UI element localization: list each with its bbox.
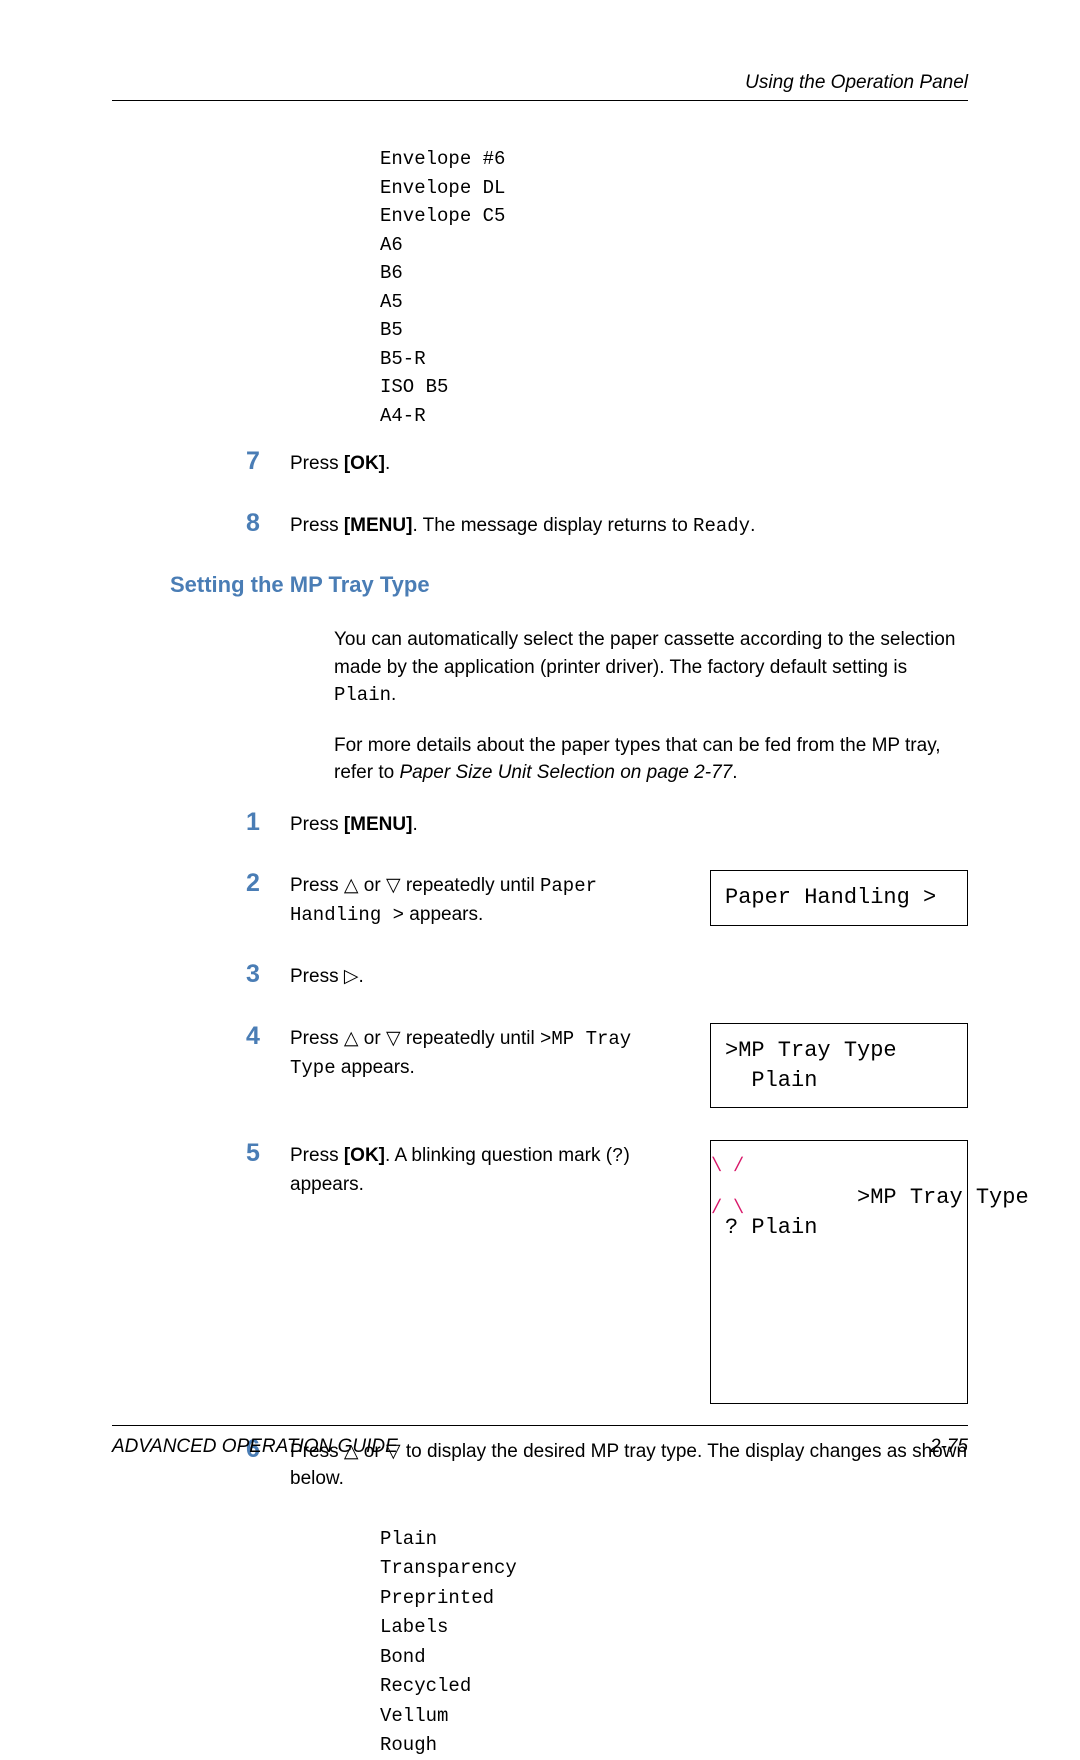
step-text: Press △ or ▽ repeatedly until >MP Tray T… — [290, 1023, 680, 1082]
tray-type-list: Plain Transparency Preprinted Labels Bon… — [380, 1525, 968, 1760]
step-7: 7 Press [OK]. — [112, 448, 968, 478]
key-menu: [MENU] — [344, 814, 413, 835]
list-item: Envelope C5 — [380, 202, 968, 231]
text: . — [750, 515, 755, 536]
header-title: Using the Operation Panel — [112, 72, 968, 94]
display-box-blinking: >MP Tray Type ? Plain ╲ ╱ ╱ ╲ — [710, 1140, 968, 1404]
step-number: 8 — [246, 510, 290, 538]
step-number: 7 — [246, 448, 290, 476]
list-item: Transparency — [380, 1554, 968, 1583]
list-item: B5 — [380, 316, 968, 345]
text: Press — [290, 515, 344, 536]
intro-paragraph-1: You can automatically select the paper c… — [334, 626, 968, 710]
triangle-up-icon: △ — [344, 1028, 359, 1049]
step-3: 3 Press ▷. — [112, 961, 968, 991]
step-number: 1 — [246, 809, 290, 837]
list-item: A6 — [380, 231, 968, 260]
intro-paragraph-2: For more details about the paper types t… — [334, 732, 968, 787]
section-heading: Setting the MP Tray Type — [170, 572, 968, 598]
text: appears. — [336, 1057, 415, 1078]
text: . The message display returns to — [412, 515, 693, 536]
text: Press — [290, 875, 344, 896]
list-item: Envelope DL — [380, 174, 968, 203]
text: . — [391, 684, 396, 705]
step-4: 4 Press △ or ▽ repeatedly until >MP Tray… — [112, 1023, 968, 1108]
step-text: Press [MENU]. The message display return… — [290, 510, 968, 541]
list-item: Preprinted — [380, 1584, 968, 1613]
list-item: A4-R — [380, 402, 968, 431]
footer-page-number: 2-75 — [930, 1436, 968, 1458]
display-box: Paper Handling > — [710, 870, 968, 926]
paper-size-list: Envelope #6 Envelope DL Envelope C5 A6 B… — [380, 145, 968, 430]
step-text: Press [OK]. A blinking question mark (?)… — [290, 1140, 680, 1198]
display-box: >MP Tray Type Plain — [710, 1023, 968, 1108]
list-item: Recycled — [380, 1672, 968, 1701]
list-item: Bond — [380, 1643, 968, 1672]
page: Using the Operation Panel Envelope #6 En… — [0, 0, 1080, 1528]
mono-text: Plain — [334, 684, 391, 706]
step-5: 5 Press [OK]. A blinking question mark (… — [112, 1140, 968, 1404]
list-item: Rough — [380, 1731, 968, 1760]
step-2: 2 Press △ or ▽ repeatedly until Paper Ha… — [112, 870, 968, 929]
mono-text: ? — [612, 1145, 623, 1167]
blink-indicator-icon: ╲ — [713, 1157, 720, 1173]
text: Press — [290, 453, 344, 474]
text: Press — [290, 966, 344, 987]
reference-link: Paper Size Unit Selection on page 2-77 — [399, 762, 732, 783]
display-text: >MP Tray Type ? Plain — [725, 1185, 1029, 1240]
text: . — [732, 762, 737, 783]
triangle-up-icon: △ — [344, 875, 359, 896]
list-item: B6 — [380, 259, 968, 288]
blink-indicator-icon: ╱ — [735, 1157, 742, 1173]
step-number: 2 — [246, 870, 290, 898]
text: appears. — [404, 904, 483, 925]
text: Press — [290, 814, 344, 835]
key-ok: [OK] — [344, 1145, 385, 1166]
text: repeatedly until — [401, 875, 540, 896]
triangle-down-icon: ▽ — [386, 875, 401, 896]
mono-text: Ready — [693, 515, 750, 537]
text: Press — [290, 1145, 344, 1166]
text: repeatedly until — [401, 1028, 540, 1049]
text: Press — [290, 1028, 344, 1049]
text: . — [412, 814, 417, 835]
step-number: 3 — [246, 961, 290, 989]
step-text: Press △ or ▽ repeatedly until Paper Hand… — [290, 870, 680, 929]
list-item: Labels — [380, 1613, 968, 1642]
triangle-down-icon: ▽ — [386, 1028, 401, 1049]
list-item: Plain — [380, 1525, 968, 1554]
triangle-right-icon: ▷ — [344, 966, 359, 987]
text: . — [385, 453, 390, 474]
step-text: Press ▷. — [290, 961, 968, 991]
text: or — [358, 1028, 385, 1049]
step-text: Press [OK]. — [290, 448, 968, 478]
list-item: A5 — [380, 288, 968, 317]
text: . — [358, 966, 363, 987]
footer-left: ADVANCED OPERATION GUIDE — [112, 1436, 398, 1458]
key-ok: [OK] — [344, 453, 385, 474]
step-number: 4 — [246, 1023, 290, 1051]
step-1: 1 Press [MENU]. — [112, 809, 968, 839]
list-item: ISO B5 — [380, 373, 968, 402]
header: Using the Operation Panel — [112, 72, 968, 101]
step-8: 8 Press [MENU]. The message display retu… — [112, 510, 968, 541]
blink-indicator-icon: ╱ — [713, 1199, 720, 1215]
blink-indicator-icon: ╲ — [735, 1199, 742, 1215]
key-menu: [MENU] — [344, 515, 413, 536]
text: You can automatically select the paper c… — [334, 629, 955, 678]
footer: ADVANCED OPERATION GUIDE 2-75 — [112, 1425, 968, 1458]
step-number: 5 — [246, 1140, 290, 1168]
text: or — [358, 875, 385, 896]
list-item: Envelope #6 — [380, 145, 968, 174]
text: . A blinking question mark ( — [385, 1145, 612, 1166]
list-item: Vellum — [380, 1702, 968, 1731]
list-item: B5-R — [380, 345, 968, 374]
step-text: Press [MENU]. — [290, 809, 968, 839]
content-area: Envelope #6 Envelope DL Envelope C5 A6 B… — [112, 145, 968, 1760]
